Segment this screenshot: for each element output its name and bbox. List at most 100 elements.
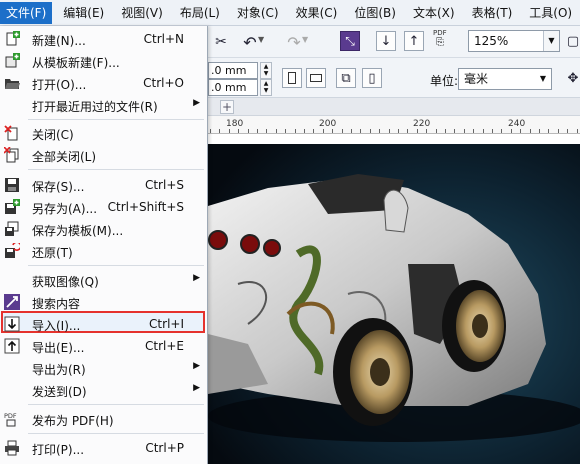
menu-item-label: 保存(S)... [32, 180, 85, 194]
menu-item-close[interactable]: 关闭(C) [0, 122, 206, 144]
undo-dropdown-icon[interactable]: ▼ [258, 35, 264, 44]
menu-item-save-as-template[interactable]: 保存为模板(M)... [0, 218, 206, 240]
horizontal-ruler: 180 200 220 240 [208, 116, 580, 134]
menu-tools[interactable]: 工具(O) [523, 2, 578, 24]
pdf-label: PDF [433, 29, 447, 37]
all-pages-icon[interactable]: ⧉ [336, 68, 356, 88]
menu-item-export[interactable]: 导出(E)... Ctrl+E [0, 335, 206, 357]
submenu-arrow-icon: ▶ [193, 98, 200, 108]
import-icon [4, 316, 20, 332]
menu-item-send-to[interactable]: 发送到(D) ▶ [0, 379, 206, 401]
overflow-icon[interactable]: ▢ [566, 31, 580, 51]
menu-item-label: 打印(P)... [32, 443, 85, 457]
ruler-tick [398, 129, 399, 133]
menu-item-search-content[interactable]: 搜索内容 [0, 291, 206, 313]
menu-item-label: 打开最近用过的文件(R) [32, 100, 158, 114]
export-icon [4, 338, 20, 354]
ruler-tick [520, 129, 521, 133]
zoom-level-select[interactable]: 125% ▼ [468, 30, 560, 52]
property-bar: .0 mm ▲ ▼ .0 mm ▲ ▼ ⧉ ▯ 单位: 毫米 ▼ ✥ [208, 58, 580, 98]
menu-object[interactable]: 对象(C) [231, 2, 285, 24]
menu-table[interactable]: 表格(T) [466, 2, 519, 24]
menu-item-label: 从模板新建(F)... [32, 56, 120, 70]
ruler-tick [351, 129, 352, 133]
menu-item-acquire-image[interactable]: 获取图像(Q) ▶ [0, 269, 206, 291]
menu-item-export-for[interactable]: 导出为(R) ▶ [0, 357, 206, 379]
menu-item-open[interactable]: 打开(O)... Ctrl+O [0, 72, 206, 94]
ruler-tick [285, 129, 286, 133]
chevron-down-icon[interactable]: ▼ [543, 31, 559, 51]
ruler-tick [473, 129, 474, 133]
menu-item-shortcut: Ctrl+N [143, 32, 184, 46]
menu-item-label: 打开(O)... [32, 78, 87, 92]
menu-item-label: 新建(N)... [32, 34, 86, 48]
open-folder-icon [5, 79, 20, 89]
menu-bitmap[interactable]: 位图(B) [348, 2, 402, 24]
menu-item-revert[interactable]: 还原(T) [0, 240, 206, 262]
width-spinner[interactable]: ▲ ▼ [260, 62, 272, 79]
menu-item-publish-pdf[interactable]: PDF 发布为 PDF(H) [0, 408, 206, 430]
redo-dropdown-icon[interactable]: ▼ [302, 35, 308, 44]
current-page-icon[interactable]: ▯ [362, 68, 382, 88]
menu-item-new[interactable]: 新建(N)... Ctrl+N [0, 28, 206, 50]
menu-item-close-all[interactable]: 全部关闭(L) [0, 144, 206, 166]
menu-layout[interactable]: 布局(L) [174, 2, 226, 24]
zoom-value: 125% [474, 34, 509, 48]
nudge-icon[interactable]: ✥ [563, 68, 580, 88]
ruler-tick [342, 129, 343, 133]
width-field[interactable]: .0 mm [208, 62, 258, 79]
ruler-tick [558, 129, 559, 133]
drawing-canvas[interactable] [208, 144, 580, 464]
publish-pdf-icon[interactable]: PDF ⎘ [433, 29, 455, 53]
search-content-icon[interactable]: ⤡ [340, 31, 360, 51]
ruler-tick [248, 129, 249, 133]
ruler-tick [276, 129, 277, 133]
menu-item-save-as[interactable]: 另存为(A)... Ctrl+Shift+S [0, 196, 206, 218]
menu-item-print[interactable]: 打印(P)... Ctrl+P [0, 437, 206, 459]
menu-separator [28, 265, 204, 266]
ruler-tick [530, 129, 531, 133]
ruler-tick [295, 129, 296, 133]
menu-view[interactable]: 视图(V) [115, 2, 169, 24]
menu-item-label: 获取图像(Q) [32, 275, 99, 289]
save-template-icon [5, 221, 19, 236]
ruler-tick [407, 129, 408, 133]
ruler-tick [492, 129, 493, 133]
add-tab-icon[interactable]: + [220, 100, 234, 114]
menu-item-open-recent[interactable]: 打开最近用过的文件(R) ▶ [0, 94, 206, 116]
menu-item-new-from-template[interactable]: 从模板新建(F)... [0, 50, 206, 72]
ruler-tick [417, 129, 418, 133]
ruler-tick [370, 129, 371, 133]
ruler-label: 240 [508, 119, 526, 129]
new-doc-icon [6, 31, 20, 46]
menu-edit[interactable]: 编辑(E) [57, 2, 110, 24]
template-icon [5, 53, 20, 68]
import-icon[interactable]: ↓ [376, 31, 396, 51]
save-as-icon [5, 199, 20, 214]
unit-value: 毫米 [464, 72, 489, 86]
ruler-tick [483, 129, 484, 133]
cut-icon[interactable]: ✂ [211, 32, 231, 52]
menu-item-import[interactable]: 导入(I)... Ctrl+I [0, 313, 206, 335]
ruler-tick [454, 129, 455, 133]
ruler-tick [266, 129, 267, 133]
height-field[interactable]: .0 mm [208, 79, 258, 96]
menu-item-save[interactable]: 保存(S)... Ctrl+S [0, 174, 206, 196]
submenu-arrow-icon: ▶ [193, 383, 200, 393]
chevron-down-icon[interactable]: ▼ [535, 69, 551, 89]
undo-icon[interactable]: ↶ [240, 32, 260, 52]
ruler-tick [436, 129, 437, 133]
export-icon[interactable]: ↑ [404, 31, 424, 51]
menu-item-label: 发送到(D) [32, 385, 87, 399]
landscape-icon[interactable] [306, 68, 326, 88]
menu-effects[interactable]: 效果(C) [290, 2, 344, 24]
redo-icon[interactable]: ↷ [284, 32, 304, 52]
height-spinner[interactable]: ▲ ▼ [260, 79, 272, 96]
portrait-icon[interactable] [282, 68, 302, 88]
menu-item-shortcut: Ctrl+O [143, 76, 184, 90]
menu-item-label: 另存为(A)... [32, 202, 98, 216]
menu-file[interactable]: 文件(F) [0, 1, 53, 24]
menu-text[interactable]: 文本(X) [407, 2, 461, 24]
unit-select[interactable]: 毫米 ▼ [458, 68, 552, 90]
menu-item-shortcut: Ctrl+I [149, 317, 184, 331]
